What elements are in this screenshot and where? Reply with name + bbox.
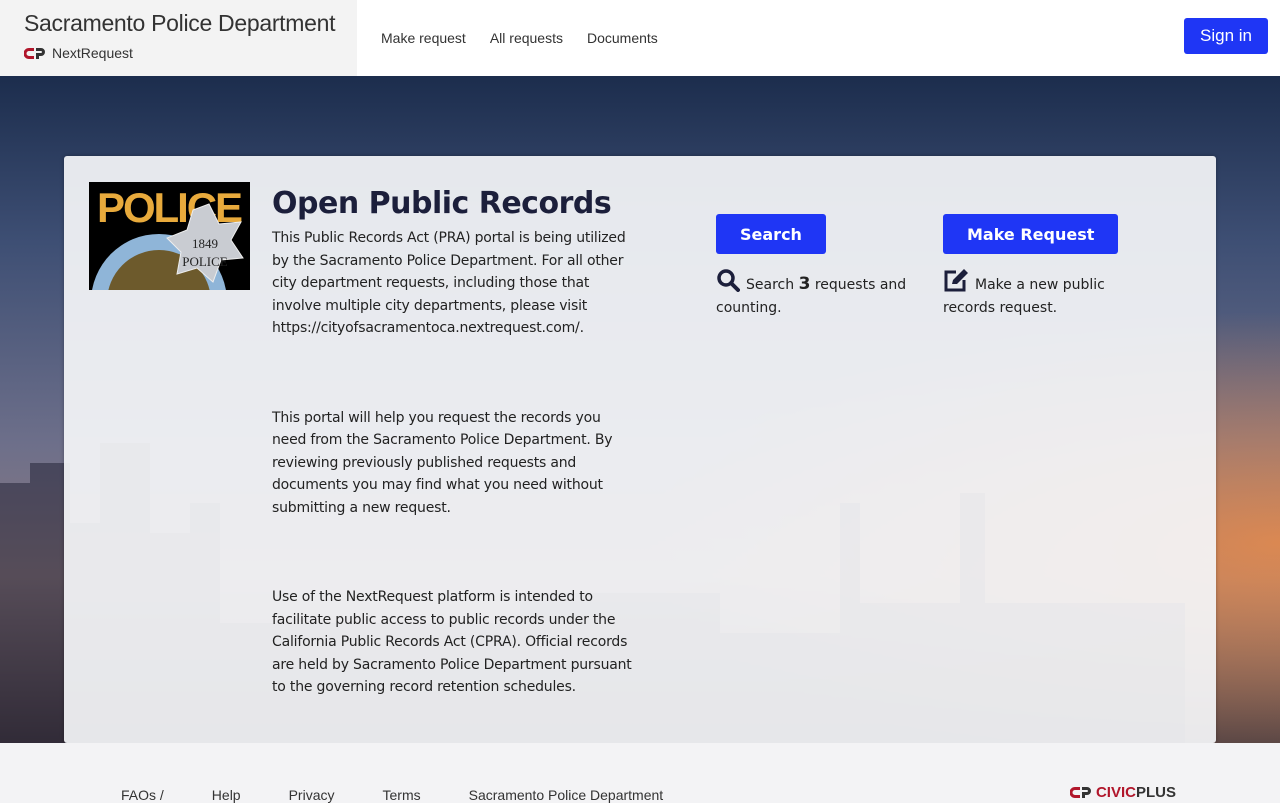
footer-help-link[interactable]: Help: [212, 787, 241, 803]
agency-title: Sacramento Police Department: [24, 10, 336, 36]
make-request-button[interactable]: Make Request: [943, 214, 1119, 254]
civicplus-mark-icon: [1069, 787, 1091, 798]
civicplus-logo[interactable]: CIVIC PLUS: [1069, 784, 1176, 801]
search-description: Search 3 requests and counting.: [716, 268, 916, 320]
footer-privacy-link[interactable]: Privacy: [289, 787, 335, 803]
city-portal-link[interactable]: https://cityofsacramentoca.nextrequest.c…: [272, 320, 580, 336]
intro-text: This Public Records Act (PRA) portal is …: [272, 230, 626, 314]
footer-faqs-link[interactable]: FAOs /: [121, 787, 164, 803]
search-icon: [717, 269, 740, 292]
main-nav: Make request All requests Documents: [357, 0, 670, 76]
nav-all-requests[interactable]: All requests: [478, 30, 575, 46]
make-request-description: Make a new public records request.: [943, 268, 1158, 320]
sign-in-button[interactable]: Sign in: [1184, 18, 1268, 54]
make-request-action: Make Request Make a new public records r…: [943, 214, 1158, 320]
cpra-link[interactable]: California Public Records Act: [272, 634, 466, 650]
edit-icon: [944, 269, 968, 292]
intro-paragraph: This Public Records Act (PRA) portal is …: [272, 227, 632, 340]
search-action: Search Search 3 requests and counting.: [716, 214, 916, 320]
cpra-text: Use of the NextRequest platform is inten…: [272, 589, 616, 628]
footer-agency-link[interactable]: Sacramento Police Department: [469, 787, 664, 803]
product-name: NextRequest: [52, 45, 133, 61]
top-header: Sacramento Police Department NextRequest…: [0, 0, 1280, 76]
svg-text:POLICE: POLICE: [182, 254, 228, 269]
footer-links: FAOs / Help Privacy Terms Sacramento Pol…: [121, 787, 711, 803]
hero: POLICE 1849 POLICE Open Public Records T…: [0, 76, 1280, 743]
svg-text:1849: 1849: [192, 236, 218, 251]
nav-make-request[interactable]: Make request: [369, 30, 478, 46]
footer: FAOs / Help Privacy Terms Sacramento Pol…: [0, 743, 1280, 803]
request-count: 3: [798, 274, 811, 294]
search-desc-pre: Search: [746, 277, 799, 293]
footer-terms-link[interactable]: Terms: [383, 787, 421, 803]
intro-end: .: [579, 320, 584, 336]
police-logo: POLICE 1849 POLICE: [89, 182, 250, 290]
brand[interactable]: Sacramento Police Department NextRequest: [0, 0, 357, 76]
civic-text: CIVIC: [1095, 784, 1136, 801]
search-desc-post: requests and counting.: [716, 277, 907, 316]
portal-help-paragraph: This portal will help you request the re…: [272, 409, 613, 516]
search-button[interactable]: Search: [716, 214, 826, 254]
civicplus-logo-icon: [24, 47, 45, 59]
nav-documents[interactable]: Documents: [575, 30, 670, 46]
intro-content: Open Public Records This Public Records …: [272, 186, 632, 699]
cpra-paragraph: Use of the NextRequest platform is inten…: [272, 586, 632, 699]
page-title: Open Public Records: [272, 186, 612, 221]
nextrequest-logo: NextRequest: [24, 45, 357, 61]
welcome-card: POLICE 1849 POLICE Open Public Records T…: [64, 156, 1216, 743]
plus-text: PLUS: [1135, 784, 1176, 801]
